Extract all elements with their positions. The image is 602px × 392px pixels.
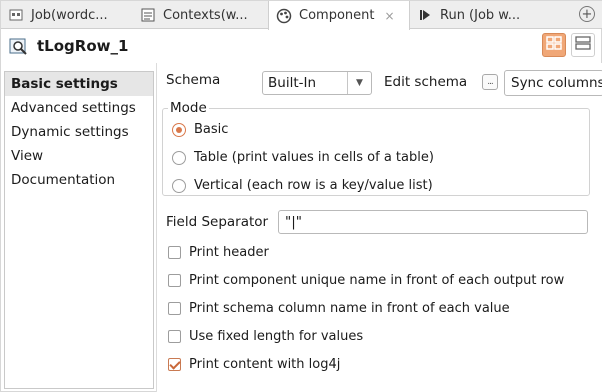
schema-label: Schema	[166, 72, 221, 88]
grid-view-toggle[interactable]	[542, 33, 566, 57]
print-header-option[interactable]: Print header	[168, 245, 269, 260]
tab-run[interactable]: Run (Job w...	[410, 1, 550, 29]
page-title: tLogRow_1	[37, 37, 129, 55]
tab-label: Job(wordc...	[31, 7, 108, 23]
list-view-toggle[interactable]	[571, 33, 595, 57]
grid-view-icon	[546, 36, 562, 54]
radio-button[interactable]	[172, 178, 186, 193]
close-icon[interactable]: ×	[384, 9, 394, 23]
radio-button[interactable]	[172, 150, 186, 165]
sidebar-item-basic-settings[interactable]: Basic settings	[5, 72, 153, 96]
sidebar-item-view[interactable]: View	[5, 144, 153, 168]
add-tab-icon[interactable]: +	[579, 6, 595, 22]
sync-columns-button[interactable]: Sync columns	[504, 70, 602, 96]
tab-job[interactable]: Job(wordc...	[1, 1, 133, 29]
mode-option-basic[interactable]: Basic	[172, 122, 228, 137]
job-icon	[7, 6, 25, 24]
chevron-down-icon: ▼	[347, 72, 371, 94]
radio-label: Table (print values in cells of a table)	[194, 150, 434, 165]
tab-label: Contexts(w...	[163, 7, 248, 23]
checkbox[interactable]	[168, 274, 181, 287]
checkbox-label: Print schema column name in front of eac…	[189, 301, 510, 316]
mode-group: Mode Basic Table (print values in cells …	[162, 100, 590, 196]
checkbox-label: Print content with log4j	[189, 357, 341, 372]
contexts-icon	[139, 6, 157, 24]
checkbox-label: Print component unique name in front of …	[189, 273, 565, 288]
schema-value: Built-In	[268, 75, 317, 91]
component-search-icon	[9, 37, 29, 57]
tab-contexts[interactable]: Contexts(w...	[133, 1, 268, 29]
run-icon	[416, 6, 434, 24]
mode-option-table[interactable]: Table (print values in cells of a table)	[172, 150, 434, 165]
sidebar-item-advanced-settings[interactable]: Advanced settings	[5, 96, 153, 120]
edit-schema-label: Edit schema	[384, 74, 468, 90]
list-view-icon	[575, 36, 591, 54]
field-separator-value: "|"	[285, 214, 302, 230]
checkbox-label: Print header	[189, 245, 269, 260]
schema-select[interactable]: Built-In ▼	[262, 71, 372, 95]
sidebar-item-dynamic-settings[interactable]: Dynamic settings	[5, 120, 153, 144]
checkbox[interactable]	[168, 330, 181, 343]
sidebar-item-documentation[interactable]: Documentation	[5, 168, 153, 192]
radio-label: Vertical (each row is a key/value list)	[194, 178, 433, 193]
log4j-option[interactable]: Print content with log4j	[168, 357, 340, 372]
radio-button[interactable]	[172, 122, 186, 137]
component-icon	[275, 7, 293, 25]
settings-sidebar: Basic settings Advanced settings Dynamic…	[4, 71, 154, 389]
tab-label: Run (Job w...	[440, 7, 521, 23]
basic-settings-panel: Schema Built-In ▼ Edit schema ... Sync c…	[156, 63, 602, 392]
tab-label: Component	[299, 8, 375, 23]
checkbox-label: Use fixed length for values	[189, 329, 364, 344]
mode-label: Mode	[168, 100, 209, 116]
print-unique-name-option[interactable]: Print component unique name in front of …	[168, 273, 564, 288]
checkbox[interactable]	[168, 358, 181, 371]
field-separator-input[interactable]: "|"	[278, 210, 588, 234]
fixed-length-option[interactable]: Use fixed length for values	[168, 329, 363, 344]
tab-component[interactable]: Component ×	[268, 1, 410, 30]
checkbox[interactable]	[168, 246, 181, 259]
radio-label: Basic	[194, 122, 229, 137]
mode-option-vertical[interactable]: Vertical (each row is a key/value list)	[172, 178, 433, 193]
component-view: Job(wordc... Contexts(w... Component × R…	[0, 0, 602, 392]
tab-bar: Job(wordc... Contexts(w... Component × R…	[1, 1, 602, 30]
component-title-bar: tLogRow_1	[1, 30, 602, 62]
edit-schema-button[interactable]: ...	[482, 74, 498, 90]
checkbox[interactable]	[168, 302, 181, 315]
print-column-name-option[interactable]: Print schema column name in front of eac…	[168, 301, 510, 316]
field-separator-label: Field Separator	[166, 214, 269, 230]
